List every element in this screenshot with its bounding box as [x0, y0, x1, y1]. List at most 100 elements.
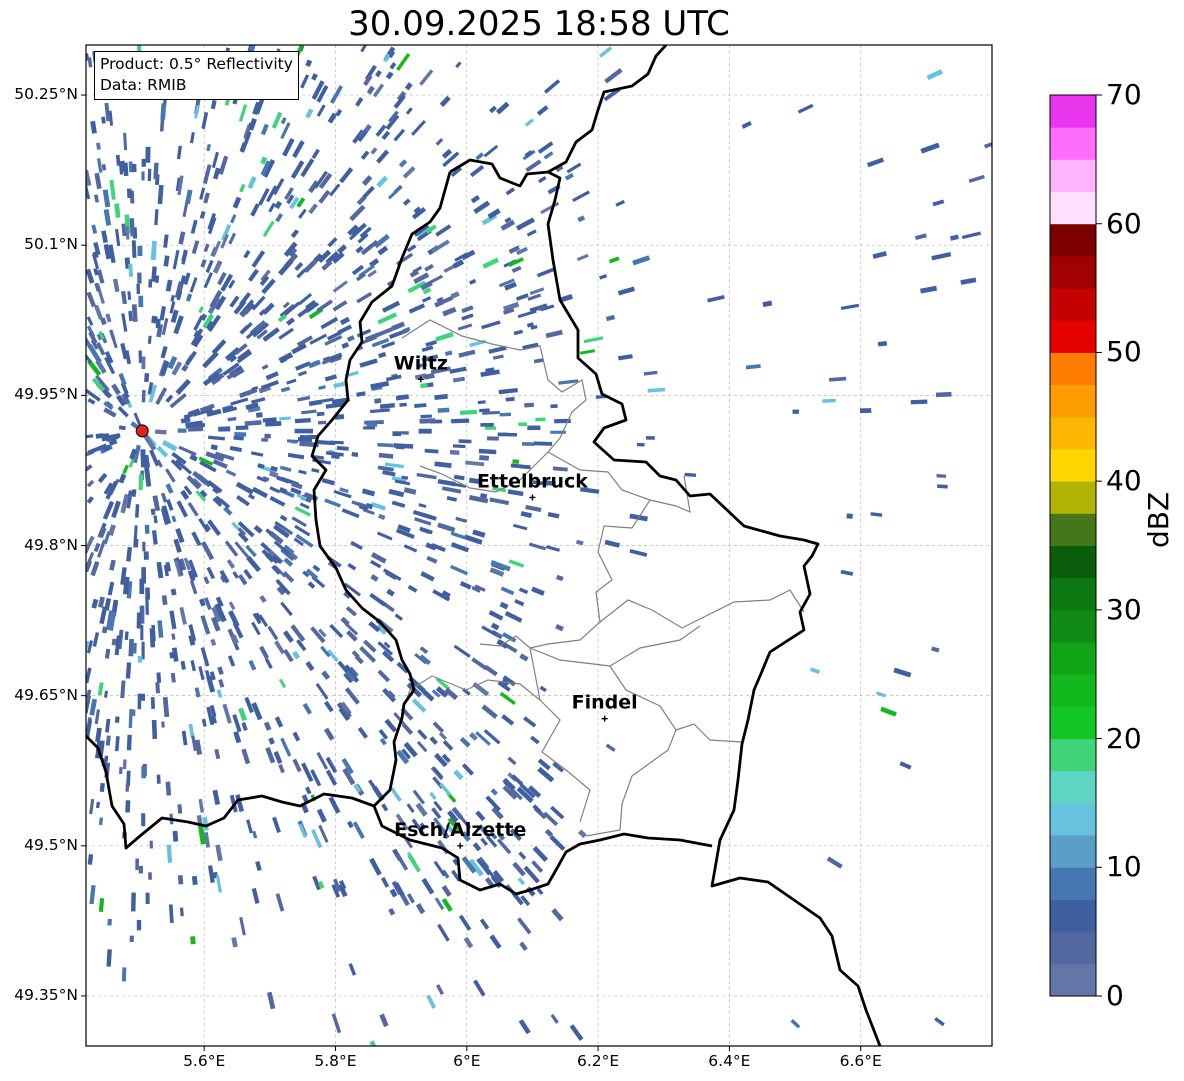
echo-gate	[479, 455, 490, 461]
echo-gate	[518, 422, 528, 427]
echo-gate	[145, 146, 151, 163]
echo-gate	[147, 168, 152, 182]
echo-gate	[141, 389, 146, 403]
city-label: Esch/Alzette	[394, 819, 526, 841]
echo-gate	[136, 919, 142, 931]
echo-gate	[937, 484, 948, 489]
echo-gate	[156, 774, 161, 784]
echo-gate	[144, 372, 150, 383]
echo-gate	[822, 398, 836, 403]
echo-gate	[859, 408, 872, 414]
echo-gate	[792, 409, 800, 414]
echo-gate	[190, 936, 196, 945]
echo-gate	[150, 697, 155, 710]
radar-map: Wiltz Ettelbruck Findel Esch/Alzette	[81, 44, 1102, 1051]
y-tick-label: 49.35°N	[14, 985, 78, 1004]
colorbar	[1049, 94, 1102, 997]
echo-gate	[399, 431, 409, 435]
data-source-label: Data: RMIB	[100, 76, 187, 94]
y-tick-marks	[81, 94, 86, 997]
echo-gate	[145, 892, 150, 904]
echo-gate	[374, 398, 382, 404]
echo-gate	[133, 538, 139, 548]
echo-gate	[155, 682, 160, 694]
echo-gate	[129, 935, 134, 943]
echo-gate	[131, 163, 137, 173]
echo-gate	[316, 411, 325, 417]
echo-gate	[148, 872, 152, 880]
colorbar-segment	[1050, 835, 1096, 868]
y-tick-label: 50.25°N	[14, 85, 78, 104]
echo-gate	[114, 716, 120, 723]
echo-gate	[265, 420, 282, 427]
radar-site-icon	[135, 424, 149, 438]
echo-gate	[138, 865, 143, 874]
echo-gate	[191, 875, 198, 886]
colorbar-segment	[1050, 545, 1096, 579]
echo-gate	[521, 441, 535, 447]
echo-gate	[119, 766, 123, 775]
echo-gate	[121, 967, 127, 982]
y-tick-label: 49.95°N	[14, 385, 78, 404]
x-tick-label: 6.2°E	[576, 1052, 620, 1070]
x-tick-label: 5.6°E	[183, 1052, 226, 1070]
echo-gate	[126, 734, 132, 751]
colorbar-segment	[1050, 770, 1096, 804]
x-tick-label: 6°E	[453, 1052, 481, 1070]
echo-gate	[524, 402, 534, 408]
colorbar-tick-label: 20	[1106, 721, 1142, 755]
echo-gate	[499, 412, 511, 417]
colorbar-segment	[1050, 674, 1096, 707]
y-tick-label: 49.5°N	[24, 835, 78, 854]
echo-gate	[636, 442, 645, 447]
echo-gate	[142, 541, 146, 552]
echo-gate	[294, 428, 314, 434]
echo-gate	[141, 158, 146, 167]
echo-gate	[480, 422, 494, 427]
echo-gate	[420, 414, 432, 419]
echo-gate	[418, 428, 432, 434]
colorbar-segment	[1050, 416, 1096, 450]
echo-gate	[512, 459, 520, 464]
colorbar-tick-label: 10	[1106, 850, 1142, 884]
echo-gate	[351, 451, 359, 457]
colorbar-segment	[1050, 255, 1096, 289]
echo-gate	[419, 418, 436, 424]
colorbar-unit-label: dBZ	[1142, 491, 1175, 548]
colorbar-tick-label: 50	[1106, 335, 1142, 369]
echo-gate	[141, 765, 147, 779]
echo-gate	[141, 356, 146, 370]
y-tick-label: 50.1°N	[24, 235, 78, 254]
echo-gate	[264, 433, 271, 439]
colorbar-tick-label: 0	[1106, 979, 1124, 1012]
echo-gate	[533, 441, 553, 446]
echo-gate	[141, 567, 147, 584]
echo-gate	[143, 551, 149, 560]
colorbar-segment	[1050, 706, 1096, 740]
echo-gate	[317, 420, 327, 425]
echo-gate	[140, 693, 146, 701]
echo-gate	[151, 719, 158, 739]
echo-gate	[141, 171, 145, 181]
colorbar-segment	[1050, 448, 1096, 482]
echo-gate	[261, 437, 269, 442]
colorbar-segment	[1050, 577, 1096, 611]
city-label: Ettelbruck	[477, 470, 588, 492]
x-tick-label: 6.4°E	[708, 1052, 751, 1070]
echo-gate	[449, 449, 460, 455]
colorbar-segment	[1050, 738, 1096, 772]
colorbar-segment	[1050, 320, 1096, 353]
echo-gate	[936, 474, 947, 478]
echo-gate	[133, 642, 137, 654]
echo-gate	[154, 429, 167, 435]
colorbar-tick-label: 40	[1106, 464, 1142, 498]
colorbar-segment	[1050, 963, 1096, 997]
x-tick-label: 5.8°E	[314, 1052, 357, 1070]
colorbar-segment	[1050, 288, 1096, 321]
colorbar-segment	[1050, 384, 1096, 418]
echo-gate	[136, 283, 141, 295]
echo-gate	[156, 561, 163, 570]
echo-gate	[458, 439, 472, 444]
echo-gate	[935, 391, 952, 398]
echo-gate	[131, 240, 137, 258]
